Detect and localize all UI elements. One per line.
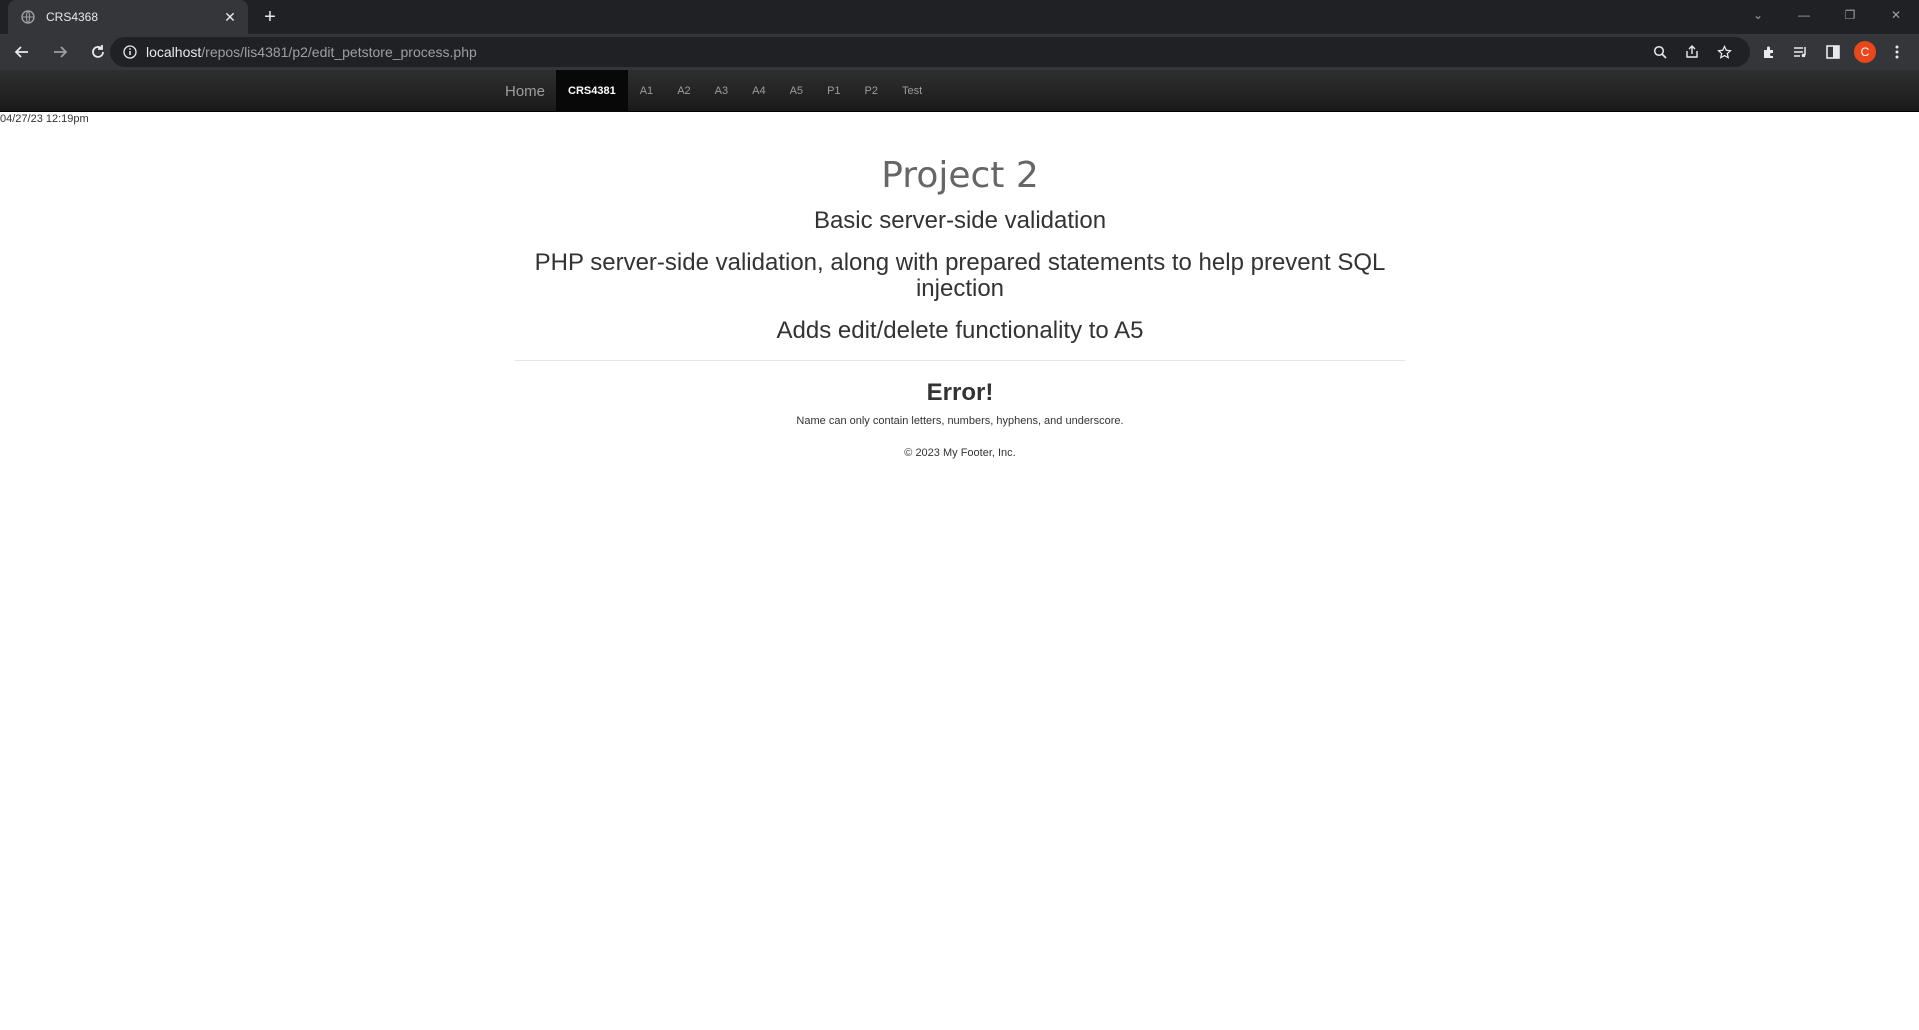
minimize-icon[interactable]: — — [1781, 0, 1827, 30]
error-message: Name can only contain letters, numbers, … — [796, 415, 1124, 427]
nav-item-a4[interactable]: A4 — [740, 70, 777, 112]
nav-item-a3[interactable]: A3 — [703, 70, 740, 112]
profile-avatar[interactable]: C — [1849, 34, 1881, 70]
avatar: C — [1854, 41, 1876, 63]
timestamp: 04/27/23 12:19pm — [0, 113, 89, 125]
browser-tabstrip: CRS4368 ✕ + ⌄ — ❐ ✕ — [0, 0, 1919, 34]
nav-links: Home CRS4381 A1 A2 A3 A4 A5 P1 P2 Test — [494, 70, 934, 112]
address-bar[interactable]: localhost/repos/lis4381/p2/edit_petstore… — [110, 37, 1750, 67]
globe-icon — [20, 9, 36, 25]
browser-toolbar: localhost/repos/lis4381/p2/edit_petstore… — [0, 34, 1919, 70]
footer-text: © 2023 My Footer, Inc. — [904, 447, 1016, 459]
tab-title: CRS4368 — [46, 10, 99, 24]
divider — [515, 360, 1405, 361]
back-icon[interactable] — [6, 36, 38, 68]
nav-item-crs4381[interactable]: CRS4381 — [556, 70, 628, 112]
error-heading: Error! — [926, 379, 994, 406]
close-window-icon[interactable]: ✕ — [1873, 0, 1919, 30]
chevron-down-icon[interactable]: ⌄ — [1735, 0, 1781, 30]
nav-item-p1[interactable]: P1 — [815, 70, 852, 112]
nav-item-p2[interactable]: P2 — [853, 70, 890, 112]
share-icon[interactable] — [1676, 37, 1708, 67]
plus-icon[interactable]: + — [258, 5, 282, 29]
extensions-icon[interactable] — [1753, 34, 1785, 70]
restore-icon[interactable]: ❐ — [1827, 0, 1873, 30]
description-line-3: Adds edit/delete functionality to A5 — [776, 317, 1144, 344]
description-line-1: Basic server-side validation — [813, 207, 1107, 234]
main-content: Project 2 Basic server-side validation P… — [515, 155, 1405, 459]
nav-home-link[interactable]: Home — [494, 70, 556, 112]
browser-tab[interactable]: CRS4368 ✕ — [8, 0, 248, 34]
url-host: localhost — [146, 44, 202, 60]
forward-icon[interactable] — [44, 36, 76, 68]
url-path: /repos/lis4381/p2/edit_petstore_process.… — [201, 44, 477, 60]
menu-icon[interactable] — [1881, 34, 1913, 70]
star-icon[interactable] — [1708, 37, 1740, 67]
nav-item-a2[interactable]: A2 — [665, 70, 702, 112]
info-icon[interactable] — [122, 44, 138, 60]
close-icon[interactable]: ✕ — [222, 9, 238, 25]
nav-item-a1[interactable]: A1 — [628, 70, 665, 112]
site-navbar: Home CRS4381 A1 A2 A3 A4 A5 P1 P2 Test — [0, 70, 1919, 112]
zoom-icon[interactable] — [1644, 37, 1676, 67]
nav-item-test[interactable]: Test — [890, 70, 934, 112]
nav-item-a5[interactable]: A5 — [778, 70, 815, 112]
window-controls: ⌄ — ❐ ✕ — [1735, 0, 1919, 30]
media-icon[interactable] — [1785, 34, 1817, 70]
description-line-2: PHP server-side validation, along with p… — [534, 249, 1386, 302]
page-title: Project 2 — [881, 155, 1039, 196]
side-panel-icon[interactable] — [1817, 34, 1849, 70]
url-text: localhost/repos/lis4381/p2/edit_petstore… — [146, 44, 477, 60]
